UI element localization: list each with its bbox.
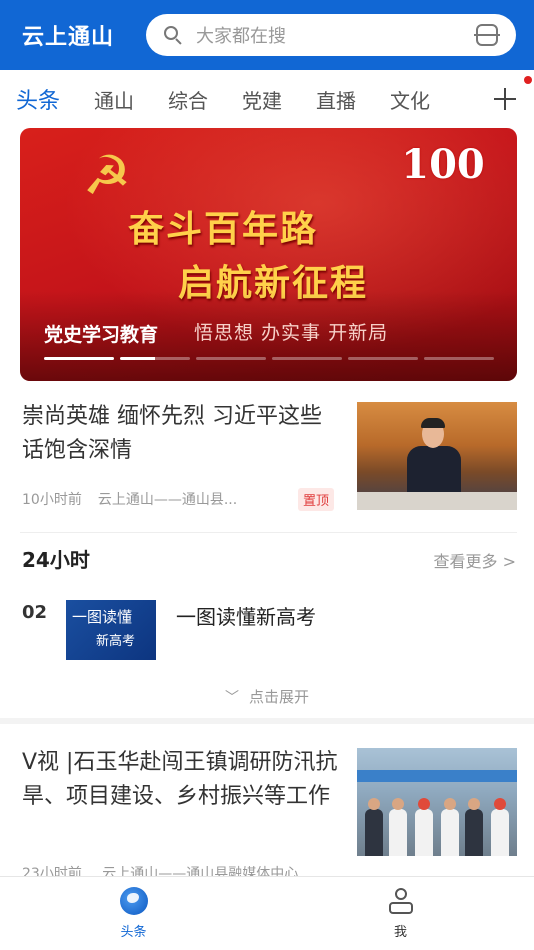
tab-tongshan[interactable]: 通山 xyxy=(94,85,134,114)
carousel-dot[interactable] xyxy=(44,357,114,360)
thumbnail-desk xyxy=(357,492,517,510)
anniversary-badge: 100 xyxy=(399,142,487,212)
search-icon xyxy=(162,24,184,46)
notification-dot xyxy=(524,76,532,84)
view-more-link[interactable]: 查看更多 > xyxy=(434,548,517,572)
section-title-24h: 24小时 xyxy=(22,548,90,572)
news-meta: 10小时前 云上通山——通山县... xyxy=(22,489,253,509)
hot-item-thumbnail[interactable]: 一图读懂 新高考 xyxy=(66,600,156,660)
banner-carousel[interactable]: ☭ 100 奋斗百年路 启航新征程 悟思想 办实事 开新局 党史学习教育 xyxy=(20,128,517,381)
carousel-dot[interactable] xyxy=(196,357,266,360)
nav-label: 头条 xyxy=(120,925,147,940)
carousel-dot[interactable] xyxy=(272,357,342,360)
section-separator xyxy=(0,718,534,724)
bottom-navigation: 头条 我 xyxy=(0,876,534,950)
tab-culture[interactable]: 文化 xyxy=(390,85,430,114)
thumbnail-banner-strip xyxy=(357,770,517,782)
tab-live[interactable]: 直播 xyxy=(316,85,356,114)
news-title[interactable]: V视 |石玉华赴闯王镇调研防汛抗旱、项目建设、乡村振兴等工作 xyxy=(22,746,342,814)
tab-general[interactable]: 综合 xyxy=(168,85,208,114)
nav-headlines[interactable]: 头条 xyxy=(0,877,267,950)
banner-subtitle: 悟思想 办实事 开新局 xyxy=(194,322,389,344)
scan-icon[interactable] xyxy=(474,23,500,47)
carousel-dot[interactable] xyxy=(424,357,494,360)
chevron-down-icon: ﹀ xyxy=(224,690,239,706)
user-icon xyxy=(387,887,415,915)
news-thumbnail[interactable] xyxy=(357,402,517,510)
thumbnail-person xyxy=(465,798,483,856)
banner-slogan-line1: 奋斗百年路 xyxy=(128,208,319,250)
anniversary-number: 100 xyxy=(401,141,485,188)
carousel-dot[interactable] xyxy=(120,357,190,360)
thumbnail-text-line2: 新高考 xyxy=(96,634,136,649)
news-title[interactable]: 崇尚英雄 缅怀先烈 习近平这些话饱含深情 xyxy=(22,400,332,468)
search-bar[interactable]: 大家都在搜 xyxy=(146,14,516,56)
banner-caption: 党史学习教育 xyxy=(44,324,159,346)
add-channel-icon[interactable] xyxy=(494,88,516,110)
carousel-dot[interactable] xyxy=(348,357,418,360)
tabs-fade xyxy=(434,70,534,128)
search-input[interactable]: 大家都在搜 xyxy=(196,22,474,48)
top-header: 云上通山 大家都在搜 xyxy=(0,0,534,70)
news-time: 10小时前 xyxy=(22,492,82,508)
thumbnail-person xyxy=(491,798,509,856)
hot-item-title[interactable]: 一图读懂新高考 xyxy=(176,601,316,630)
rank-number: 02 xyxy=(22,602,48,623)
expand-label: 点击展开 xyxy=(248,688,309,706)
news-source: 云上通山——通山县... xyxy=(97,492,238,508)
tab-party-building[interactable]: 党建 xyxy=(242,85,282,114)
party-emblem-icon: ☭ xyxy=(82,144,132,207)
thumbnail-person xyxy=(389,798,407,856)
nav-me[interactable]: 我 xyxy=(267,877,534,950)
tab-headlines[interactable]: 头条 xyxy=(16,83,60,115)
thumbnail-person xyxy=(441,798,459,856)
carousel-indicators xyxy=(44,357,500,360)
thumbnail-text-line1: 一图读懂 xyxy=(72,608,133,626)
app-title: 云上通山 xyxy=(22,25,115,50)
globe-icon xyxy=(119,887,148,915)
news-item[interactable]: 崇尚英雄 缅怀先烈 习近平这些话饱含深情 10小时前 云上通山——通山县... … xyxy=(0,400,534,532)
pinned-badge: 置顶 xyxy=(298,488,335,511)
thumbnail-person xyxy=(365,798,383,856)
nav-label: 我 xyxy=(393,925,407,940)
divider xyxy=(20,532,517,533)
thumbnail-person xyxy=(415,798,433,856)
news-thumbnail[interactable] xyxy=(357,748,517,856)
expand-button[interactable]: ﹀ 点击展开 xyxy=(0,686,534,707)
